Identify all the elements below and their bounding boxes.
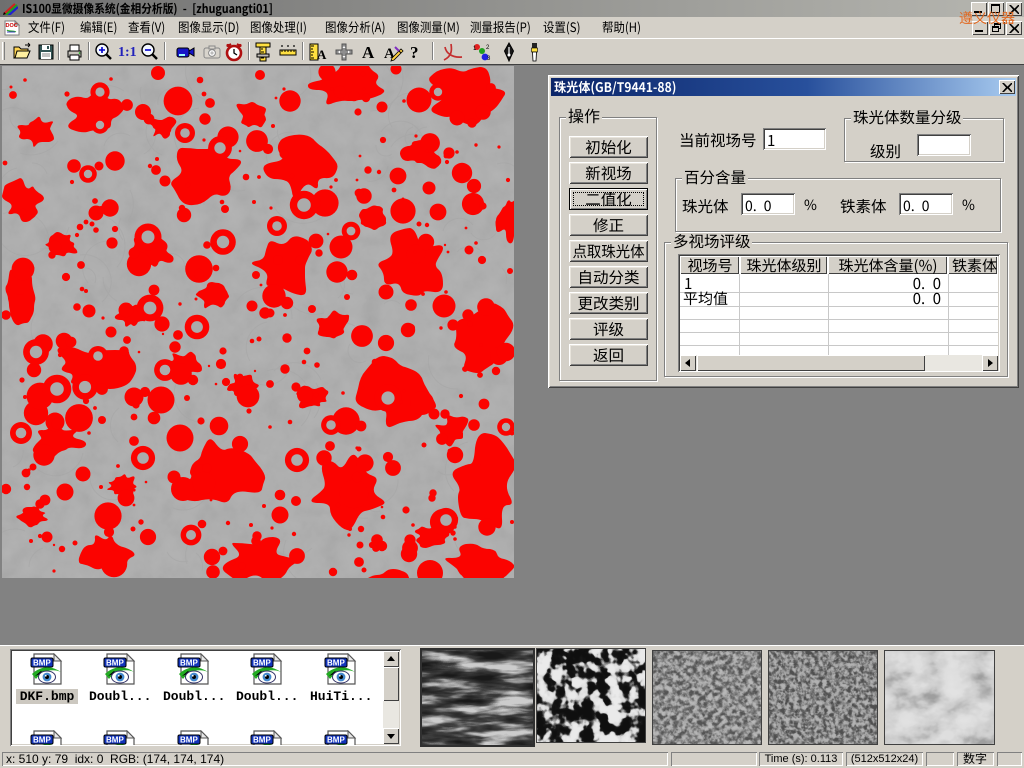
svg-text:2: 2 [486,45,490,51]
svg-text:A: A [317,47,327,62]
svg-text:3: 3 [487,56,491,62]
svg-text:DOC: DOC [6,23,18,29]
